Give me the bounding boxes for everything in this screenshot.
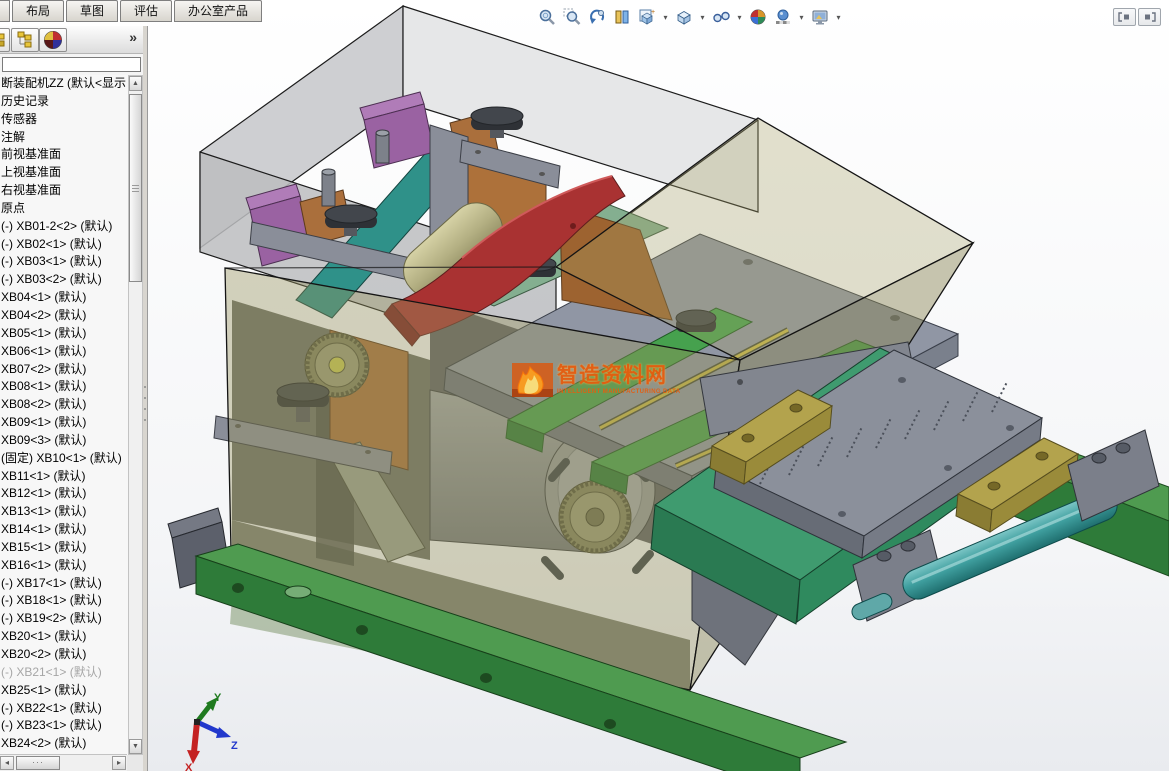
- configurationmanager-ball-icon[interactable]: [39, 28, 67, 52]
- command-tab[interactable]: 评估: [120, 0, 173, 22]
- feature-tree-item[interactable]: 断装配机ZZ (默认<显示: [0, 75, 128, 93]
- panel-header: »: [0, 26, 147, 54]
- feature-tree-item[interactable]: 前视基准面: [0, 146, 128, 164]
- feature-tree-item[interactable]: (-) XB03<2> (默认): [0, 271, 128, 289]
- guide-pin: [321, 168, 336, 207]
- collapse-pane-right-button[interactable]: [1138, 8, 1161, 26]
- tab-clipped[interactable]: [0, 0, 10, 22]
- feature-tree-item[interactable]: (-) XB17<1> (默认): [0, 575, 128, 593]
- feature-tree-item[interactable]: XB24<2> (默认): [0, 735, 128, 753]
- feature-tree-item[interactable]: XB08<1> (默认): [0, 378, 128, 396]
- scroll-up-icon[interactable]: ▲: [129, 76, 142, 91]
- feature-tree-item[interactable]: (-) XB01-2<2> (默认): [0, 218, 128, 236]
- feature-tree-item[interactable]: XB20<2> (默认): [0, 646, 128, 664]
- feature-tree-item[interactable]: XB08<2> (默认): [0, 396, 128, 414]
- watermark-subtitle: INTELLIGENT MANUFACTURING DATA: [557, 389, 681, 395]
- feature-tree-item[interactable]: (-) XB19<2> (默认): [0, 610, 128, 628]
- guide-pin: [375, 129, 390, 164]
- feature-tree-item[interactable]: XB12<1> (默认): [0, 485, 128, 503]
- feature-tree-item[interactable]: (-) XB03<1> (默认): [0, 253, 128, 271]
- feature-tree-item[interactable]: XB25<1> (默认): [0, 682, 128, 700]
- watermark: 智造资料网 INTELLIGENT MANUFACTURING DATA: [512, 363, 680, 397]
- feature-tree-item[interactable]: XB07<2> (默认): [0, 361, 128, 379]
- feature-tree-item[interactable]: 上视基准面: [0, 164, 128, 182]
- feature-tree-item[interactable]: XB16<1> (默认): [0, 557, 128, 575]
- apply-scene-icon[interactable]: [772, 6, 794, 28]
- feature-tree-item[interactable]: XB11<1> (默认): [0, 468, 128, 486]
- feature-filter-input[interactable]: [2, 57, 141, 72]
- feature-tree-item[interactable]: (-) XB21<1> (默认): [0, 664, 128, 682]
- feature-tree-item[interactable]: XB04<2> (默认): [0, 307, 128, 325]
- feature-tree-item[interactable]: XB05<1> (默认): [0, 325, 128, 343]
- feature-tree-item[interactable]: XB20<1> (默认): [0, 628, 128, 646]
- command-tabbar: 布局 草图 评估 办公室产品: [0, 0, 264, 22]
- expand-panel-button[interactable]: »: [129, 29, 137, 45]
- featuremanager-panel: » 断装配机ZZ (默认<显示 历史记录 传感器 注解 前视基准面 上视基准面 右视基准面原…: [0, 26, 148, 771]
- feature-tree-item[interactable]: 注解: [0, 129, 128, 147]
- triad-x-label: X: [185, 762, 193, 771]
- dropdown-caret-icon[interactable]: ▾: [698, 13, 707, 22]
- feature-tree-item[interactable]: (-) XB18<1> (默认): [0, 592, 128, 610]
- scroll-down-icon[interactable]: ▼: [129, 739, 142, 754]
- panel-splitter-handle[interactable]: [143, 26, 147, 771]
- feature-tree-item[interactable]: XB14<1> (默认): [0, 521, 128, 539]
- collapse-pane-left-button[interactable]: [1113, 8, 1136, 26]
- solidworks-window: { "command_tabs": { "items": [ {"label":…: [0, 0, 1169, 771]
- command-tab[interactable]: 办公室产品: [174, 0, 263, 22]
- view-orientation-icon[interactable]: +: [636, 6, 658, 28]
- feature-tree-item[interactable]: (固定) XB10<1> (默认): [0, 450, 128, 468]
- previous-view-icon[interactable]: [586, 6, 608, 28]
- edit-appearance-icon[interactable]: [747, 6, 769, 28]
- featuremanager-tree-icon[interactable]: [0, 28, 10, 52]
- scroll-left-icon[interactable]: ◂: [0, 756, 14, 770]
- watermark-flame-icon: [512, 363, 553, 397]
- svg-text:+: +: [651, 9, 655, 16]
- dropdown-caret-icon[interactable]: ▾: [735, 13, 744, 22]
- graphics-viewport[interactable]: Y Z X 智造资料网 INTELLIGENT MANUFACTURING DA…: [147, 0, 1169, 771]
- command-tab[interactable]: 草图: [66, 0, 119, 22]
- vertical-scroll-thumb[interactable]: [129, 94, 142, 282]
- display-style-icon[interactable]: [673, 6, 695, 28]
- feature-tree-item[interactable]: XB15<1> (默认): [0, 539, 128, 557]
- zoom-area-icon[interactable]: [561, 6, 583, 28]
- feature-tree-item[interactable]: XB13<1> (默认): [0, 503, 128, 521]
- feature-tree-item[interactable]: XB04<1> (默认): [0, 289, 128, 307]
- feature-tree-item[interactable]: 历史记录: [0, 93, 128, 111]
- dropdown-caret-icon[interactable]: ▾: [661, 13, 670, 22]
- feature-tree-item[interactable]: 传感器: [0, 111, 128, 129]
- feature-tree-item[interactable]: XB09<3> (默认): [0, 432, 128, 450]
- tree-horizontal-scrollbar[interactable]: ◂ ··· ▸: [0, 754, 127, 771]
- watermark-title: 智造资料网: [557, 364, 667, 387]
- hide-show-items-icon[interactable]: [710, 6, 732, 28]
- propertymanager-icon[interactable]: [11, 28, 39, 52]
- feature-tree-item[interactable]: 右视基准面: [0, 182, 128, 200]
- feature-tree-item[interactable]: (-) XB22<1> (默认): [0, 700, 128, 718]
- triad-y-label: Y: [214, 692, 222, 704]
- feature-tree-item[interactable]: (-) XB23<1> (默认): [0, 717, 128, 735]
- headsup-view-toolbar: + ▾ ▾ ▾ ▾ ▾: [536, 4, 843, 30]
- dropdown-caret-icon[interactable]: ▾: [797, 13, 806, 22]
- horizontal-scroll-thumb[interactable]: ···: [16, 756, 60, 770]
- dropdown-caret-icon[interactable]: ▾: [834, 13, 843, 22]
- feature-tree: 断装配机ZZ (默认<显示 历史记录 传感器 注解 前视基准面 上视基准面 右视基准面 原点(…: [0, 75, 128, 755]
- tree-vertical-scrollbar[interactable]: ▲ ▼: [128, 75, 143, 755]
- triad-z-label: Z: [231, 740, 238, 752]
- feature-tree-item[interactable]: XB06<1> (默认): [0, 343, 128, 361]
- scroll-right-icon[interactable]: ▸: [112, 756, 126, 770]
- view-settings-icon[interactable]: [809, 6, 831, 28]
- command-tab[interactable]: 布局: [12, 0, 65, 22]
- feature-tree-item[interactable]: (-) XB02<1> (默认): [0, 236, 128, 254]
- feature-tree-item[interactable]: 原点: [0, 200, 128, 218]
- zoom-fit-icon[interactable]: [536, 6, 558, 28]
- feature-tree-item[interactable]: XB09<1> (默认): [0, 414, 128, 432]
- section-view-icon[interactable]: [611, 6, 633, 28]
